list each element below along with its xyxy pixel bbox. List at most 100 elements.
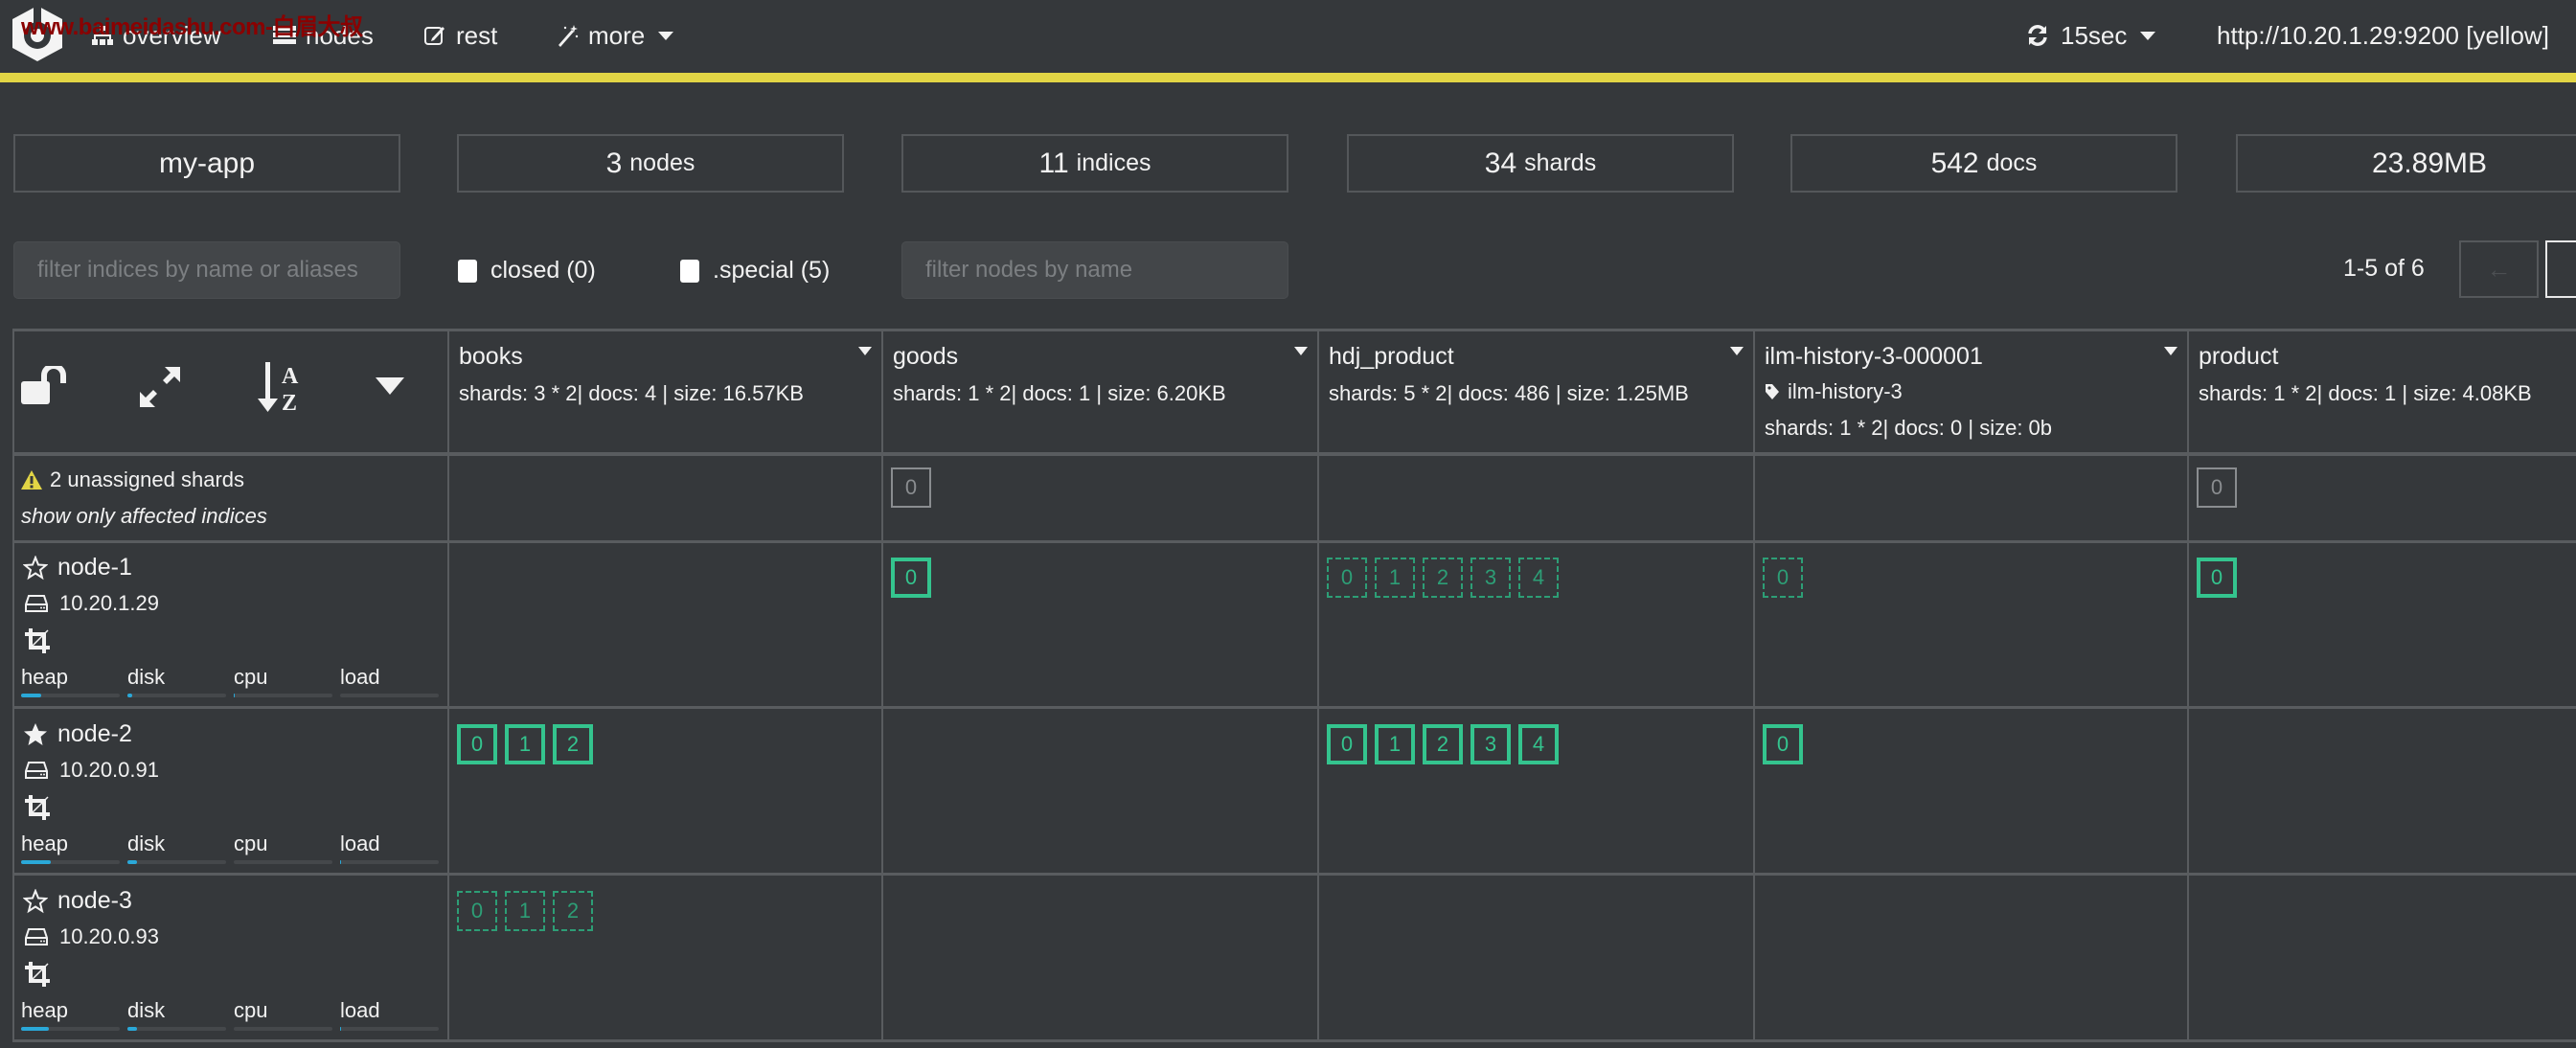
index-name[interactable]: hdj_product <box>1329 343 1454 371</box>
node-metric-disk-fill <box>127 860 138 864</box>
closed-checkbox-box[interactable] <box>458 259 477 283</box>
row-divider <box>12 706 2576 709</box>
node-metric-heap-bar <box>21 694 120 697</box>
hdd-icon <box>25 762 48 779</box>
cluster-url-status[interactable]: http://10.20.1.29:9200 [yellow] <box>2217 19 2549 52</box>
unlock-icon[interactable] <box>21 366 67 404</box>
warning-icon <box>21 470 42 490</box>
crop-icon[interactable] <box>25 628 50 658</box>
replica-shard[interactable]: 4 <box>1518 558 1559 598</box>
shards-unit: shards <box>1524 149 1597 176</box>
index-name[interactable]: ilm-history-3-000001 <box>1765 343 1983 371</box>
chevron-down-icon[interactable] <box>376 377 404 397</box>
node-metric-cpu-label: cpu <box>234 665 268 689</box>
nodes-unit: nodes <box>629 149 695 176</box>
node-name-label: node-2 <box>57 720 132 747</box>
nav-more-dropdown[interactable]: more <box>556 19 674 52</box>
special-checkbox[interactable]: .special (5) <box>680 257 830 285</box>
closed-checkbox-label: closed (0) <box>490 257 596 284</box>
closed-checkbox[interactable]: closed (0) <box>458 257 596 285</box>
node-metric-load-bar <box>340 860 439 864</box>
node-ip: 10.20.0.93 <box>25 924 159 949</box>
row-divider <box>12 540 2576 543</box>
top-navbar: overview nodes rest more 15sec http://10… <box>0 0 2576 73</box>
column-divider <box>1753 330 1755 1042</box>
refresh-interval-label: 15sec <box>2061 20 2128 50</box>
node-name[interactable]: node-1 <box>23 554 132 581</box>
crop-icon[interactable] <box>25 962 50 991</box>
special-checkbox-label: .special (5) <box>713 257 831 284</box>
primary-shard[interactable]: 1 <box>1375 724 1415 764</box>
index-stats: shards: 1 * 2| docs: 0 | size: 0b <box>1765 416 2053 440</box>
node-metric-heap-label: heap <box>21 665 68 689</box>
shards-count-box: 34 shards <box>1347 134 1734 193</box>
primary-shard[interactable]: 3 <box>1470 724 1511 764</box>
sort-alpha-icon[interactable]: A Z <box>257 360 305 416</box>
refresh-interval-dropdown[interactable]: 15sec <box>2026 19 2156 52</box>
node-ip-label: 10.20.0.91 <box>59 758 159 782</box>
nodes-count-box: 3 nodes <box>457 134 844 193</box>
prev-page-button[interactable]: ← <box>2459 240 2539 298</box>
node-metric-cpu-label: cpu <box>234 998 268 1022</box>
primary-shard[interactable]: 4 <box>1518 724 1559 764</box>
index-menu-chevron-icon[interactable] <box>858 347 872 355</box>
docs-count-box: 542 docs <box>1790 134 2177 193</box>
node-metric-disk-bar <box>127 694 226 697</box>
node-metric-heap-fill <box>21 860 51 864</box>
replica-shard[interactable]: 2 <box>553 891 593 931</box>
primary-shard[interactable]: 0 <box>2197 558 2237 598</box>
master-star-icon <box>24 722 47 745</box>
index-name[interactable]: books <box>459 343 523 371</box>
unassigned-shard[interactable]: 0 <box>2197 467 2237 508</box>
index-stats: shards: 1 * 2| docs: 1 | size: 6.20KB <box>893 381 1226 405</box>
size-box: 23.89MB <box>2236 134 2576 193</box>
node-metric-cpu-fill <box>234 694 236 697</box>
node-metric-disk-bar <box>127 860 226 864</box>
replica-shard[interactable]: 1 <box>505 891 545 931</box>
replica-shard[interactable]: 3 <box>1470 558 1511 598</box>
index-stats: shards: 3 * 2| docs: 4 | size: 16.57KB <box>459 381 804 405</box>
primary-shard[interactable]: 0 <box>457 724 497 764</box>
replica-shard[interactable]: 0 <box>457 891 497 931</box>
hdd-icon <box>25 595 48 612</box>
filter-indices-input[interactable] <box>13 241 400 299</box>
nav-rest[interactable]: rest <box>423 19 497 52</box>
node-metric-load-label: load <box>340 832 380 855</box>
unassigned-shard[interactable]: 0 <box>891 467 931 508</box>
primary-shard[interactable]: 0 <box>1327 724 1367 764</box>
table-border-bottom <box>12 1039 2576 1042</box>
unassigned-shards-warning: 2 unassigned shards <box>21 467 244 492</box>
replica-shard[interactable]: 1 <box>1375 558 1415 598</box>
node-metric-heap-label: heap <box>21 998 68 1022</box>
primary-shard[interactable]: 2 <box>1423 724 1463 764</box>
primary-shard[interactable]: 0 <box>891 558 931 598</box>
filter-nodes-input[interactable] <box>901 241 1288 299</box>
index-name[interactable]: goods <box>893 343 958 371</box>
index-menu-chevron-icon[interactable] <box>1294 347 1308 355</box>
next-page-button[interactable]: → <box>2545 240 2576 298</box>
unassigned-shards-count: 2 unassigned shards <box>50 467 245 491</box>
node-metric-cpu-bar <box>234 860 332 864</box>
crop-icon[interactable] <box>25 795 50 825</box>
replica-shard[interactable]: 2 <box>1423 558 1463 598</box>
node-metric-disk-fill <box>127 1027 138 1031</box>
node-metric-cpu-bar <box>234 694 332 697</box>
node-name[interactable]: node-3 <box>23 887 132 915</box>
node-metric-cpu-bar <box>234 1027 332 1031</box>
expand-icon[interactable] <box>138 365 182 409</box>
primary-shard[interactable]: 0 <box>1763 724 1803 764</box>
show-affected-indices-link[interactable]: show only affected indices <box>21 504 267 529</box>
column-divider <box>447 330 449 1042</box>
replica-shard[interactable]: 0 <box>1327 558 1367 598</box>
replica-shard[interactable]: 0 <box>1763 558 1803 598</box>
special-checkbox-box[interactable] <box>680 259 699 283</box>
hdd-icon <box>25 928 48 945</box>
node-name[interactable]: node-2 <box>23 720 132 748</box>
index-name[interactable]: product <box>2199 343 2278 371</box>
primary-shard[interactable]: 2 <box>553 724 593 764</box>
node-metric-disk-fill <box>127 694 133 697</box>
index-menu-chevron-icon[interactable] <box>1730 347 1744 355</box>
node-metric-load-fill <box>340 860 342 864</box>
index-menu-chevron-icon[interactable] <box>2164 347 2177 355</box>
primary-shard[interactable]: 1 <box>505 724 545 764</box>
